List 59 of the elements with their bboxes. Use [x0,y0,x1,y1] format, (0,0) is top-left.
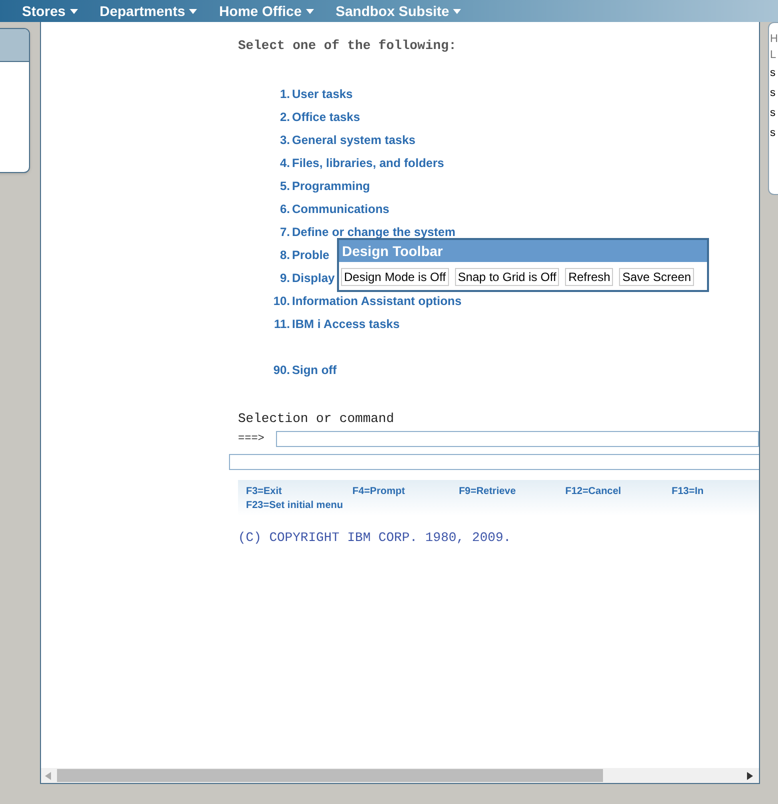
copyright-text: (C) COPYRIGHT IBM CORP. 1980, 2009. [238,528,512,546]
menu-option-link[interactable]: Sign off [292,360,337,378]
dropdown-caret-icon [70,8,78,14]
command-input-field[interactable] [276,431,759,448]
toolbar-button[interactable]: Snap to Grid is Off [454,268,560,286]
cut-off-text: s [770,66,776,81]
menu-option-link[interactable]: Programming [292,176,370,194]
menu-option-number: 1. [278,86,290,102]
menu-option-link[interactable]: Define or change the system [292,222,456,240]
menu-option-number: 8. [278,246,290,264]
menu-option-link[interactable]: Office tasks [292,108,360,126]
menu-option-number: 7. [278,224,290,240]
toolbar-title: Design Toolbar [339,240,707,262]
menu-option-number: 11. [272,316,290,332]
menu-option-number: 3. [278,132,290,148]
function-key-label[interactable]: F9=Retrieve [458,484,566,498]
toolbar-button[interactable]: Design Mode is Off [341,268,449,286]
nav-menu-item[interactable]: Home Office [219,0,314,22]
scrollbar-thumb[interactable] [57,769,603,782]
cut-off-text: s [770,86,776,101]
toolbar-button[interactable]: Save Screen [619,268,694,286]
command-label: Selection or command [238,410,396,427]
scroll-right-icon[interactable] [747,772,753,780]
dropdown-caret-icon [453,8,462,14]
menu-option-number: 90. [272,362,290,378]
dropdown-caret-icon [189,8,198,14]
screen-prompt: Select one of the following: [238,37,458,54]
nav-menu-item[interactable]: Stores [22,0,78,22]
menu-option-link[interactable]: Proble [292,246,330,264]
function-key-label[interactable]: F3=Exit [246,484,352,498]
menu-option-number: 6. [278,200,290,218]
scroll-left-icon[interactable] [45,772,51,780]
menu-option-link[interactable]: IBM i Access tasks [292,314,400,332]
menu-option-number: 4. [278,154,290,172]
cut-off-text: s [770,106,776,121]
menu-option-link[interactable]: Files, libraries, and folders [292,154,444,172]
dropdown-caret-icon [306,8,314,14]
cut-off-text: H [770,32,778,47]
menu-option-number: 9. [278,270,290,286]
command-arrow: ===> [238,432,266,447]
menu-option-link[interactable]: Display [292,268,335,286]
menu-option-number: 5. [278,178,290,194]
menu-option-link[interactable]: Communications [292,200,390,218]
function-key-label[interactable]: F13=In [672,484,759,498]
horizontal-scrollbar[interactable] [41,768,759,783]
function-key-label[interactable]: F23=Set initial menu [246,498,366,512]
menu-option-link[interactable]: General system tasks [292,130,416,148]
menu-option-link[interactable]: User tasks [292,84,353,102]
menu-option-number: 2. [278,108,290,126]
message-line-field[interactable] [229,454,759,470]
function-key-label[interactable]: F12=Cancel [565,484,672,498]
function-key-label[interactable]: F4=Prompt [352,484,459,498]
cut-off-text: L [770,48,778,63]
nav-menu-item[interactable]: Departments [100,0,198,22]
nav-menu-item[interactable]: Sandbox Subsite [336,0,462,22]
cut-off-text: s [770,126,776,141]
menu-option-link[interactable]: Information Assistant options [292,292,462,310]
menu-option-number: 10. [272,292,290,310]
toolbar-button[interactable]: Refresh [565,268,614,286]
